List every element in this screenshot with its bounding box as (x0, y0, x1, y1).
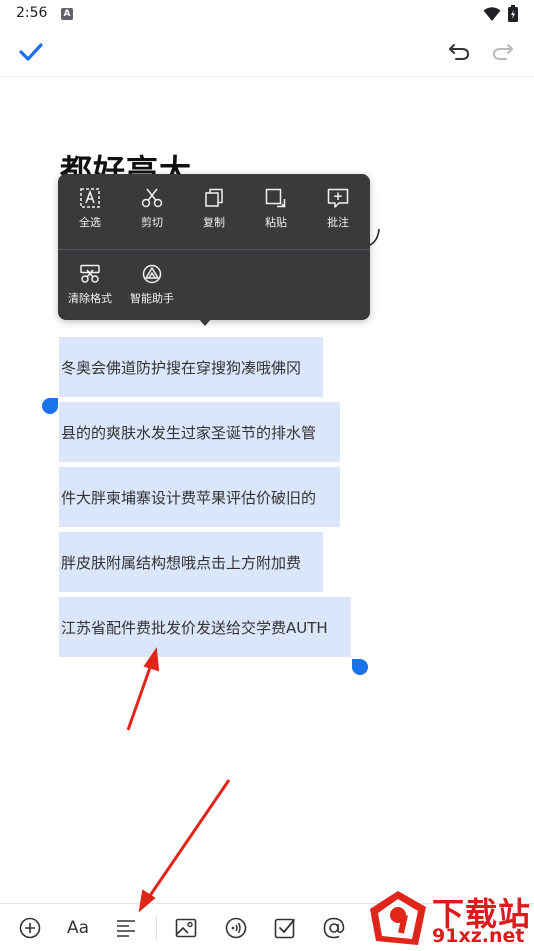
menu-item-copy[interactable]: 复制 (183, 174, 245, 234)
toolbar-divider (156, 916, 157, 940)
annotation-arrow-selection (126, 647, 160, 731)
annotation-arrow-toolbar (138, 779, 231, 913)
audio-button[interactable] (222, 914, 250, 942)
wifi-icon (483, 7, 501, 21)
menu-item-clear-format[interactable]: 清除格式 (59, 250, 121, 310)
text-line-content: 县的的爽肤水发生过家圣诞节的排水管 (61, 424, 317, 442)
watermark: 下载站 91xz.net (366, 887, 534, 950)
menu-item-label: 智能助手 (130, 292, 174, 305)
mention-icon (323, 917, 345, 939)
audio-icon (225, 917, 247, 939)
undo-icon (449, 44, 470, 60)
menu-item-comment[interactable]: 批注 (307, 174, 369, 234)
menu-item-label: 粘贴 (265, 216, 287, 229)
redo-icon (492, 44, 513, 60)
watermark-logo (370, 891, 426, 945)
text-context-menu: 全选 剪切 复制 粘贴 批注 清除格式 智能助手 (58, 174, 370, 320)
menu-item-label: 批注 (327, 216, 349, 229)
menu-pointer (198, 318, 212, 326)
menu-item-label: 清除格式 (68, 292, 112, 305)
paragraph-align-button[interactable] (112, 914, 140, 942)
selection-start-handle[interactable] (42, 398, 58, 414)
text-line[interactable]: 胖皮肤附属结构想哦点击上方附加费 (59, 532, 323, 592)
battery-icon (508, 5, 518, 22)
assistant-icon (142, 264, 162, 284)
watermark-text-en: 91xz.net (432, 925, 525, 947)
comment-icon (327, 188, 349, 208)
text-line[interactable]: 件大胖柬埔寨设计费苹果评估价破旧的 (59, 467, 340, 527)
text-line[interactable]: 县的的爽肤水发生过家圣诞节的排水管 (59, 402, 340, 462)
menu-item-assistant[interactable]: 智能助手 (121, 250, 183, 310)
mention-button[interactable] (320, 914, 348, 942)
selection-end-handle[interactable] (352, 659, 368, 675)
editor-toolbar (0, 28, 534, 77)
text-line-content: 冬奥会佛道防护搜在穿搜狗凑哦佛冈 (61, 359, 302, 377)
confirm-button[interactable] (14, 38, 48, 66)
redo-button[interactable] (488, 38, 518, 66)
menu-item-paste[interactable]: 粘贴 (245, 174, 307, 234)
paragraph-align-icon (117, 920, 135, 937)
copy-icon (205, 188, 223, 207)
scissors-icon (141, 188, 163, 208)
check-icon (19, 43, 43, 61)
status-bar: 2:56 A (0, 0, 534, 28)
add-icon (19, 917, 41, 939)
clear-format-icon (80, 264, 100, 283)
text-line-content: 胖皮肤附属结构想哦点击上方附加费 (61, 554, 302, 572)
select-all-icon (80, 188, 100, 208)
undo-button[interactable] (444, 38, 474, 66)
menu-item-cut[interactable]: 剪切 (121, 174, 183, 234)
text-line[interactable]: 冬奥会佛道防护搜在穿搜狗凑哦佛冈 (59, 337, 323, 397)
menu-item-label: 复制 (203, 216, 225, 229)
menu-item-select-all[interactable]: 全选 (59, 174, 121, 234)
notification-badge: A (61, 8, 73, 20)
status-time: 2:56 (16, 5, 48, 21)
text-line-content: 件大胖柬埔寨设计费苹果评估价破旧的 (61, 489, 317, 507)
checkbox-icon (274, 918, 295, 939)
text-line[interactable]: 江苏省配件费批发价发送给交学费AUTH (59, 597, 351, 657)
font-button[interactable]: Aa (64, 914, 92, 942)
image-icon (175, 918, 197, 938)
paste-icon (265, 188, 286, 208)
image-button[interactable] (172, 914, 200, 942)
font-icon: Aa (66, 918, 90, 938)
add-button[interactable] (16, 914, 44, 942)
menu-item-label: 剪切 (141, 216, 163, 229)
checklist-button[interactable] (271, 914, 299, 942)
text-line-content: 江苏省配件费批发价发送给交学费AUTH (61, 619, 328, 637)
menu-item-label: 全选 (79, 216, 101, 229)
